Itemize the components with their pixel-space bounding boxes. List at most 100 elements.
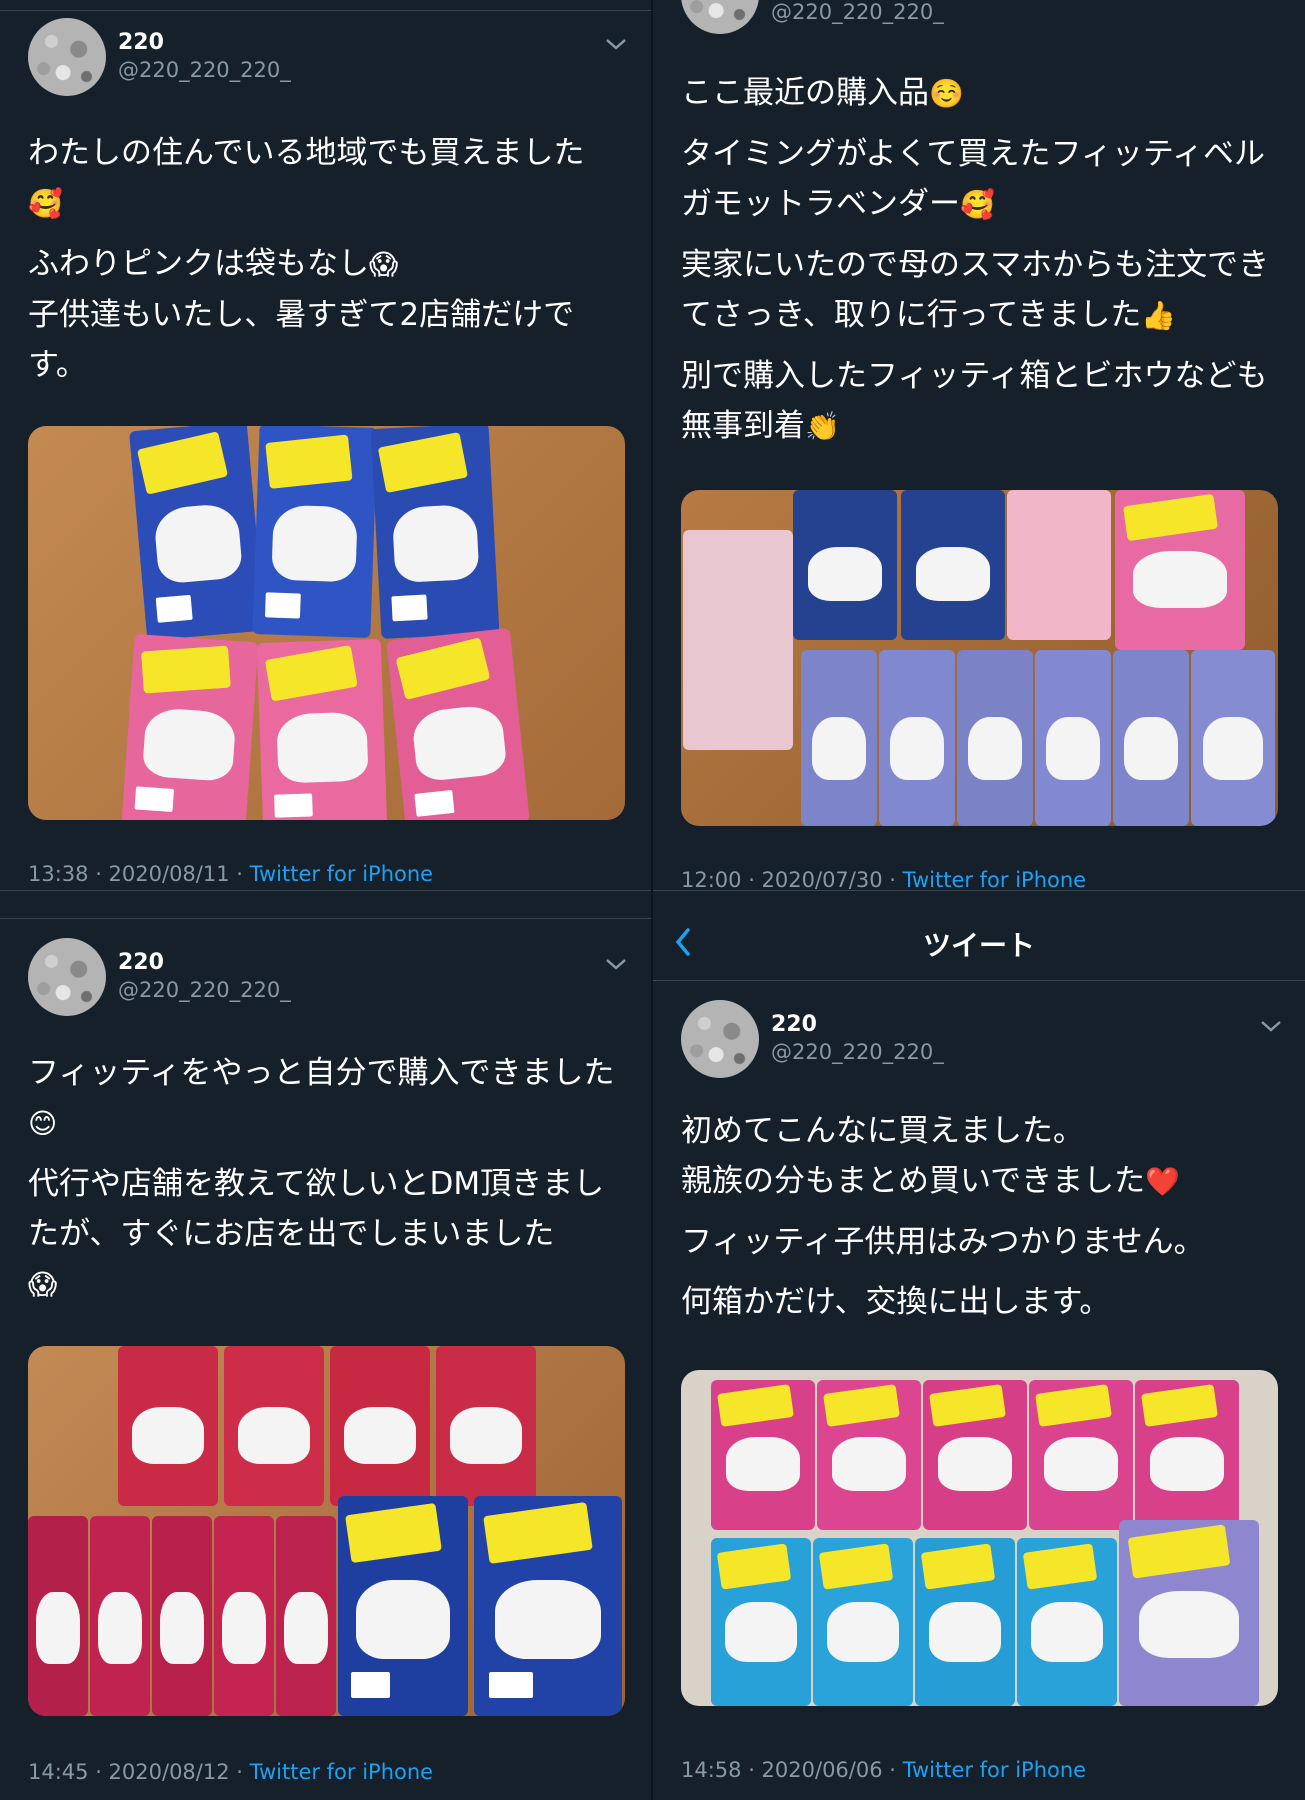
tweet-panel-1: 220 @220_220_220_ わたしの住んでいる地域でも買えました 🥰 ふわ… — [0, 0, 651, 900]
divider — [0, 890, 651, 891]
mask-box — [1007, 490, 1111, 640]
tweet-meta: 14:58 · 2020/06/06 · Twitter for iPhone — [681, 1758, 1086, 1782]
red-heart-emoji: ❤️ — [1145, 1165, 1180, 1198]
chevron-down-icon[interactable] — [604, 956, 628, 972]
top-divider — [0, 10, 651, 11]
header-divider — [653, 980, 1305, 981]
user-handle[interactable]: @220_220_220_ — [118, 58, 291, 82]
chevron-down-icon[interactable] — [1259, 1018, 1283, 1034]
divider — [653, 890, 1305, 891]
user-handle[interactable]: @220_220_220_ — [771, 0, 944, 24]
tweet-panel-2: @220_220_220_ ここ最近の購入品☺️ タイミングがよくて買えたフィッ… — [653, 0, 1305, 890]
avatar[interactable] — [681, 1000, 759, 1078]
mask-pack — [90, 1516, 150, 1716]
mask-pack — [879, 650, 955, 826]
scream-emoji: 😱 — [369, 248, 399, 281]
mask-box — [793, 490, 897, 640]
chevron-down-icon[interactable] — [604, 36, 628, 52]
user-handle[interactable]: @220_220_220_ — [771, 1040, 944, 1064]
mask-pack — [801, 650, 877, 826]
tweet-line-1: フィッティをやっと自分で購入できました — [28, 1055, 615, 1091]
mask-box — [711, 1538, 811, 1706]
source-link[interactable]: Twitter for iPhone — [903, 1758, 1087, 1782]
mask-box — [1119, 1520, 1259, 1706]
tweet-timestamp: 14:58 · 2020/06/06 · — [681, 1758, 903, 1782]
smiling-face-emoji: 😊 — [28, 1107, 58, 1140]
tweet-line-1: ここ最近の購入品 — [681, 75, 929, 111]
tweet-line-3: 子供達もいたし、暑すぎて2店舗だけです。 — [28, 297, 575, 383]
mask-pack — [214, 1516, 274, 1716]
scream-emoji: 😱 — [28, 1268, 58, 1301]
tweet-timestamp: 14:45 · 2020/08/12 · — [28, 1760, 250, 1784]
mask-pack — [338, 1496, 468, 1716]
mask-box — [923, 1380, 1027, 1530]
mask-box — [1029, 1380, 1133, 1530]
tweet-line-2: 代行や店舗を教えて欲しいとDM頂きましたが、すぐにお店を出でしまいました — [28, 1166, 605, 1252]
panel-divider — [651, 0, 653, 1800]
tweet-meta: 14:45 · 2020/08/12 · Twitter for iPhone — [28, 1760, 433, 1784]
tweet-line-2: 親族の分もまとめ買いできました — [681, 1163, 1146, 1199]
mask-pack — [474, 1496, 622, 1716]
display-name[interactable]: 220 — [118, 30, 164, 55]
mask-pack — [370, 426, 500, 639]
mask-box — [817, 1380, 921, 1530]
tweet-panel-3: 220 @220_220_220_ フィッティをやっと自分で購入できました 😊 代… — [0, 900, 651, 1800]
thumbs-up-emoji: 👍 — [1141, 299, 1177, 332]
top-divider — [0, 918, 651, 919]
tweet-text: 初めてこんなに買えました。親族の分もまとめ買いできました❤️ フィッティ子供用は… — [681, 1106, 1281, 1337]
page-title: ツイート — [923, 929, 1036, 962]
mask-box — [1017, 1538, 1117, 1706]
smiling-face-with-hearts-emoji: 🥰 — [28, 187, 63, 220]
mask-box — [683, 530, 793, 750]
mask-pack — [276, 1516, 336, 1716]
tweet-photo[interactable] — [28, 1346, 625, 1716]
tweet-meta: 13:38 · 2020/08/11 · Twitter for iPhone — [28, 862, 433, 886]
mask-pack — [386, 628, 530, 820]
smiling-face-with-hearts-emoji: 🥰 — [960, 188, 995, 221]
tweet-line-4: 別で購入したフィッティ箱とビホウなども無事到着 — [681, 358, 1268, 444]
user-handle[interactable]: @220_220_220_ — [118, 978, 291, 1002]
tweet-timestamp: 13:38 · 2020/08/11 · — [28, 862, 250, 886]
avatar[interactable] — [681, 0, 759, 34]
tweet-meta: 12:00 · 2020/07/30 · Twitter for iPhone — [681, 868, 1086, 890]
mask-pack — [330, 1346, 430, 1506]
mask-pack — [436, 1346, 536, 1506]
tweet-line-1: わたしの住んでいる地域でも買えました — [28, 135, 585, 171]
tweet-text: ここ最近の購入品☺️ タイミングがよくて買えたフィッティベルガモットラベンダー🥰… — [681, 68, 1281, 462]
mask-pack — [224, 1346, 324, 1506]
source-link[interactable]: Twitter for iPhone — [903, 868, 1087, 890]
mask-box — [1135, 1380, 1239, 1530]
mask-pack — [1035, 650, 1111, 826]
mask-pack — [28, 1516, 88, 1716]
tweet-timestamp: 12:00 · 2020/07/30 · — [681, 868, 903, 890]
mask-pack — [957, 650, 1033, 826]
source-link[interactable]: Twitter for iPhone — [250, 1760, 434, 1784]
mask-pack — [118, 1346, 218, 1506]
tweet-text: フィッティをやっと自分で購入できました 😊 代行や店舗を教えて欲しいとDM頂きまし… — [28, 1048, 628, 1320]
smiling-emoji: ☺️ — [929, 77, 964, 110]
tweet-line-3: フィッティ子供用はみつかりません。 — [681, 1224, 1205, 1260]
display-name[interactable]: 220 — [118, 950, 164, 975]
tweet-panel-4: ツイート 220 @220_220_220_ 初めてこんなに買えました。親族の分… — [653, 890, 1305, 1800]
mask-box — [915, 1538, 1015, 1706]
tweet-photo[interactable] — [681, 1370, 1278, 1706]
tweet-photo[interactable] — [28, 426, 625, 820]
mask-box — [813, 1538, 913, 1706]
tweet-photo[interactable] — [681, 490, 1278, 826]
mask-pack — [152, 1516, 212, 1716]
source-link[interactable]: Twitter for iPhone — [250, 862, 434, 886]
mask-pack — [1191, 650, 1275, 826]
avatar[interactable] — [28, 18, 106, 96]
mask-pack — [129, 426, 265, 641]
display-name[interactable]: 220 — [771, 1012, 817, 1037]
mask-pack — [121, 633, 259, 820]
avatar[interactable] — [28, 938, 106, 1016]
tweet-line-4: 何箱かだけ、交換に出します。 — [681, 1284, 1111, 1320]
tweet-line-3: 実家にいたので母のスマホからも注文できてさっき、取りに行ってきました — [681, 247, 1270, 333]
mask-pack — [1113, 650, 1189, 826]
mask-box — [901, 490, 1005, 640]
mask-pack — [252, 426, 378, 638]
mask-pack — [1115, 490, 1245, 650]
back-arrow-icon[interactable] — [673, 926, 693, 958]
tweet-line-1: 初めてこんなに買えました。 — [681, 1113, 1084, 1149]
